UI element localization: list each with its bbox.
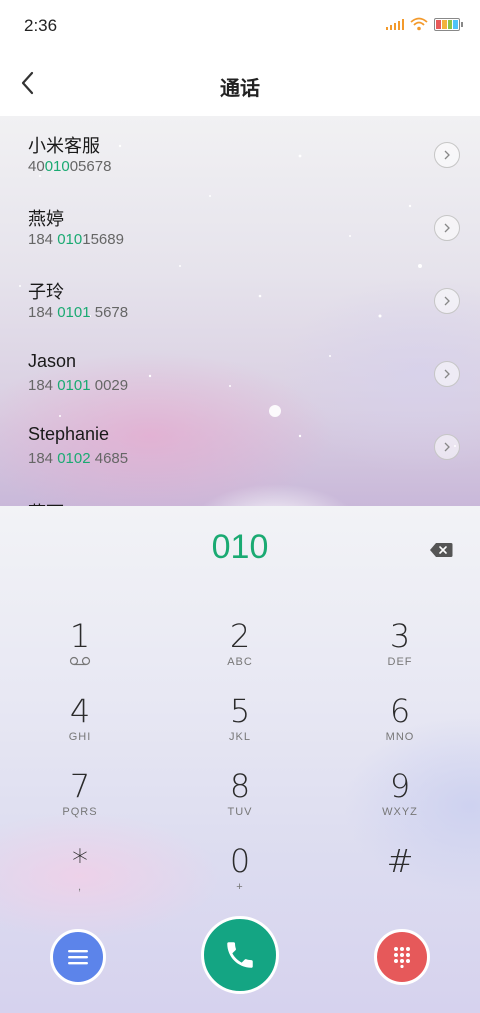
- key-digit: 1: [69, 617, 91, 655]
- dialpad: 010 1 2 ABC 3 DEF 4 GHI 5 JKL 6 MNO 7 PQ…: [0, 506, 480, 1013]
- contact-name: 小米客服: [28, 136, 100, 156]
- key-letters: GHI: [68, 731, 92, 743]
- key-digit: 7: [69, 767, 91, 805]
- key-digit: 5: [229, 692, 251, 730]
- contact-number: 184 0102 4685: [28, 450, 129, 467]
- voicemail-icon: [20, 656, 140, 670]
- contact-detail-button[interactable]: [434, 434, 460, 460]
- menu-icon: [68, 950, 88, 965]
- contact-row[interactable]: 子玲 184 0101 5678: [0, 262, 480, 335]
- key-8[interactable]: 8 TUV: [180, 768, 300, 840]
- contact-row[interactable]: Jason 184 0101 0029: [0, 335, 480, 408]
- key-letters: MNO: [385, 731, 415, 743]
- app-bar: 通话: [0, 52, 480, 116]
- key-6[interactable]: 6 MNO: [340, 693, 460, 765]
- menu-button[interactable]: [50, 929, 106, 985]
- key-letters: WXYZ: [382, 806, 418, 818]
- contact-name: 燕婷: [28, 209, 64, 229]
- contact-detail-button[interactable]: [434, 142, 460, 168]
- backspace-button[interactable]: [429, 542, 453, 558]
- key-letters: DEF: [387, 656, 413, 668]
- contact-row[interactable]: Stephanie 184 0102 4685: [0, 408, 480, 481]
- key-digit: *: [72, 842, 88, 880]
- key-letters: ABC: [227, 656, 253, 668]
- contact-name: Stephanie: [28, 424, 110, 444]
- contact-row[interactable]: 小米客服 4001005678: [0, 116, 480, 189]
- contact-name: 子玲: [28, 282, 64, 302]
- key-digit: 0: [229, 842, 251, 880]
- key-0[interactable]: 0 +: [180, 843, 300, 915]
- contact-results-area[interactable]: 小米客服 4001005678 燕婷 184 01015689 子玲 184 0…: [0, 116, 480, 506]
- key-digit: 8: [229, 767, 251, 805]
- dialed-number[interactable]: 010: [0, 528, 480, 567]
- key-star[interactable]: * ,: [20, 843, 140, 915]
- chevron-right-icon: [444, 150, 450, 160]
- key-digit: 6: [389, 692, 411, 730]
- key-letters: PQRS: [62, 806, 98, 818]
- key-letters: TUV: [227, 806, 253, 818]
- key-5[interactable]: 5 JKL: [180, 693, 300, 765]
- chevron-right-icon: [444, 296, 450, 306]
- contact-name-partial: 燕丽: [28, 499, 64, 506]
- contact-number: 4001005678: [28, 158, 112, 175]
- signal-icon: [386, 18, 404, 30]
- contact-number: 184 01015689: [28, 231, 124, 248]
- page-title: 通话: [220, 76, 260, 100]
- key-4[interactable]: 4 GHI: [20, 693, 140, 765]
- key-9[interactable]: 9 WXYZ: [340, 768, 460, 840]
- contact-detail-button[interactable]: [434, 288, 460, 314]
- contact-row[interactable]: 燕婷 184 01015689: [0, 189, 480, 262]
- key-letters: JKL: [229, 731, 251, 743]
- chevron-right-icon: [444, 369, 450, 379]
- status-bar: 2:36: [0, 0, 480, 52]
- phone-icon: [227, 942, 253, 968]
- key-7[interactable]: 7 PQRS: [20, 768, 140, 840]
- key-digit: 3: [389, 617, 411, 655]
- contact-name: Jason: [28, 351, 77, 371]
- contact-detail-button[interactable]: [434, 361, 460, 387]
- key-1[interactable]: 1: [20, 618, 140, 690]
- key-digit: 4: [69, 692, 91, 730]
- status-icons: [386, 17, 463, 31]
- key-digit: 2: [229, 617, 251, 655]
- key-hash[interactable]: #: [340, 843, 460, 915]
- chevron-right-icon: [444, 442, 450, 452]
- contact-number: 184 0101 5678: [28, 304, 129, 321]
- key-letters: ,: [77, 881, 83, 893]
- contact-list: 小米客服 4001005678 燕婷 184 01015689 子玲 184 0…: [0, 116, 480, 481]
- key-3[interactable]: 3 DEF: [340, 618, 460, 690]
- battery-icon: [434, 17, 463, 31]
- chevron-right-icon: [444, 223, 450, 233]
- key-digit: #: [386, 842, 414, 880]
- call-button[interactable]: [201, 916, 279, 994]
- wifi-icon: [410, 17, 428, 31]
- key-letters: +: [236, 881, 244, 893]
- dialpad-icon: [394, 947, 410, 968]
- contact-number: 184 0101 0029: [28, 377, 129, 394]
- dialpad-toggle-button[interactable]: [374, 929, 430, 985]
- key-letters: [340, 881, 460, 895]
- backspace-icon: [430, 543, 453, 557]
- status-time: 2:36: [24, 16, 58, 35]
- key-2[interactable]: 2 ABC: [180, 618, 300, 690]
- contact-detail-button[interactable]: [434, 215, 460, 241]
- key-digit: 9: [389, 767, 411, 805]
